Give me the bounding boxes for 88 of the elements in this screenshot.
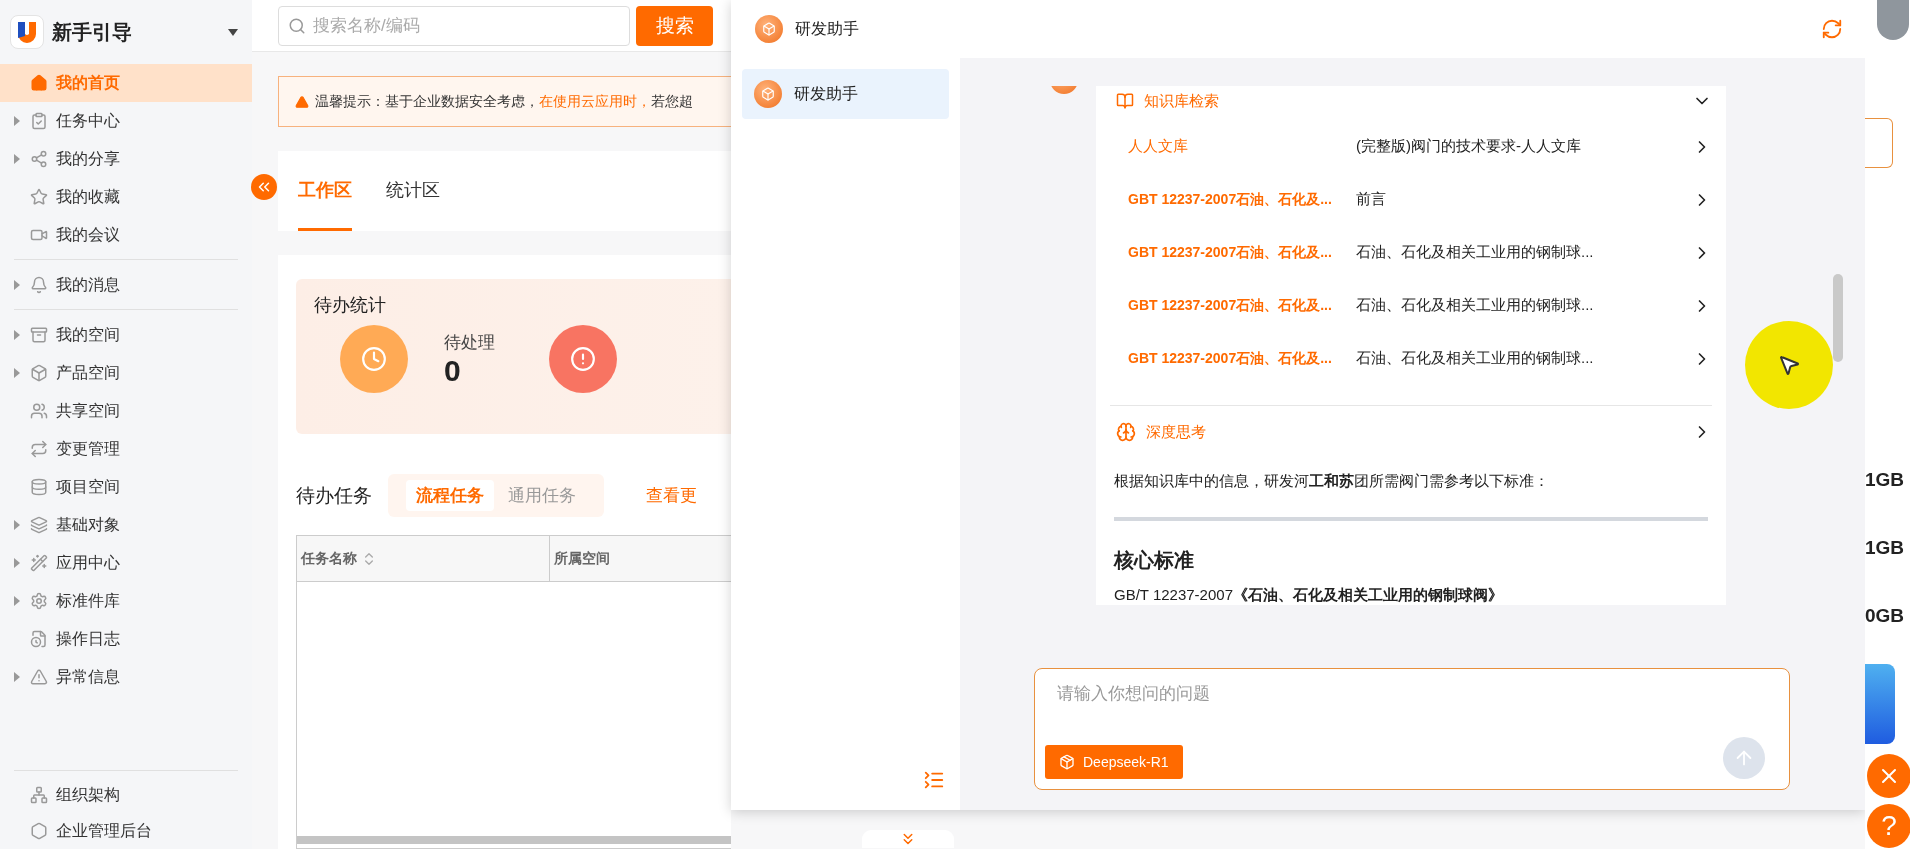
banner-card[interactable] [1865,664,1895,744]
sidebar-item[interactable]: 项目空间 [0,468,252,506]
bot-logo-icon [755,15,783,43]
answer-line: GB/T 12237-2007《石油、石化及相关工业用的钢制球阀》 [1114,586,1504,605]
dropdown-caret-icon[interactable] [228,28,238,36]
brain-icon [1116,422,1136,442]
answer-heading: 核心标准 [1114,548,1195,573]
reference-title: 前言 [1356,190,1386,209]
archive-icon [30,326,48,344]
bell-icon [30,276,48,294]
sidebar-item[interactable]: 我的收藏 [0,178,252,216]
reference-source: 人人文库 [1128,137,1188,156]
sidebar-item[interactable]: 产品空间 [0,354,252,392]
file-clock-icon [30,630,48,648]
answer-paragraph: 根据知识库中的信息，研发河工和苏团所需阀门需参考以下标准： [1114,472,1550,491]
scrollbar[interactable] [297,836,731,844]
reference-source: GBT 12237-2007石油、石化及... [1128,243,1332,262]
hexagon-icon [30,822,48,840]
scrollbar-thumb[interactable] [1833,274,1843,362]
sidebar-item[interactable]: 共享空间 [0,392,252,430]
org-chart-icon [30,786,48,804]
cube-icon [30,364,48,382]
sidebar-item[interactable]: 任务中心 [0,102,252,140]
stat-value: 0 [444,353,462,388]
reference-title: (完整版)阀门的技术要求-人人文库 [1356,137,1581,156]
sidebar-item[interactable]: 我的分享 [0,140,252,178]
sidebar-item[interactable]: 基础对象 [0,506,252,544]
partial-button[interactable] [1865,118,1893,168]
reference-title: 石油、石化及相关工业用的钢制球... [1356,296,1594,315]
star-icon [30,188,48,206]
sidebar-item[interactable]: 我的空间 [0,316,252,354]
column-header[interactable]: 任务名称 [297,536,550,581]
warning-icon [295,94,309,109]
layers-icon [30,516,48,534]
sidebar-item[interactable]: 我的会议 [0,216,252,254]
share-icon [30,150,48,168]
avatar[interactable] [1877,0,1909,40]
sidebar-item[interactable]: 异常信息 [0,658,252,696]
sidebar-item[interactable]: 我的消息 [0,266,252,304]
stat-label: 待处理 [444,331,495,354]
logo-icon [10,15,44,49]
bot-logo-icon [754,80,782,108]
cursor-icon [1777,353,1801,377]
book-icon [1116,92,1134,110]
wand-icon [30,554,48,572]
reference-title: 石油、石化及相关工业用的钢制球... [1356,349,1594,368]
home-icon [30,74,48,92]
reference-item[interactable]: GBT 12237-2007石油、石化及... 前言 [1110,173,1712,226]
clipboard-icon [30,112,48,130]
storage-value: 1GB [1865,468,1905,492]
tab[interactable]: 统计区 [386,151,440,231]
reference-item[interactable]: 人人文库 (完整版)阀门的技术要求-人人文库 [1110,120,1712,173]
sidebar-item[interactable]: 企业管理后台 [0,813,252,849]
database-icon [30,478,48,496]
settings-icon [30,592,48,610]
storage-value: 0GB [1865,604,1905,628]
reference-item[interactable]: GBT 12237-2007石油、石化及... 石油、石化及相关工业用的钢制球... [1110,332,1712,385]
cube-icon [1059,754,1075,770]
conversation-item[interactable]: 研发助手 [742,69,949,119]
reference-title: 石油、石化及相关工业用的钢制球... [1356,243,1594,262]
sidebar-item[interactable]: 操作日志 [0,620,252,658]
reference-source: GBT 12237-2007石油、石化及... [1128,296,1332,315]
storage-value: 1GB [1865,536,1905,560]
menu-toggle-button[interactable] [923,769,945,791]
sidebar-item[interactable]: 变更管理 [0,430,252,468]
swap-icon [30,440,48,458]
reference-item[interactable]: GBT 12237-2007石油、石化及... 石油、石化及相关工业用的钢制球... [1110,279,1712,332]
app-title: 新手引导 [52,19,133,45]
search-field[interactable]: 搜索名称/编码 [278,5,630,46]
refresh-icon[interactable] [1821,18,1843,40]
retrieval-title: 知识库检索 [1144,91,1219,111]
sidebar-item[interactable]: 标准件库 [0,582,252,620]
notice-text: 温馨提示：基于企业数据安全考虑，在使用云应用时，若您超 [315,92,693,111]
collapse-sidebar-button[interactable] [251,174,277,200]
search-icon [288,16,306,35]
thinking-title: 深度思考 [1146,422,1206,442]
close-button[interactable] [1867,754,1910,798]
reference-source: GBT 12237-2007石油、石化及... [1128,349,1332,368]
users-icon [30,402,48,420]
stats-title: 待办统计 [314,294,387,317]
section-title: 待办任务 [296,483,372,508]
reference-source: GBT 12237-2007石油、石化及... [1128,190,1332,209]
expand-down-button[interactable] [862,830,954,848]
warning-icon [30,668,48,686]
panel-title: 研发助手 [795,18,860,39]
reference-item[interactable]: GBT 12237-2007石油、石化及... 石油、石化及相关工业用的钢制球... [1110,226,1712,279]
sidebar-item[interactable]: 组织架构 [0,777,252,813]
sidebar-item[interactable]: 应用中心 [0,544,252,582]
